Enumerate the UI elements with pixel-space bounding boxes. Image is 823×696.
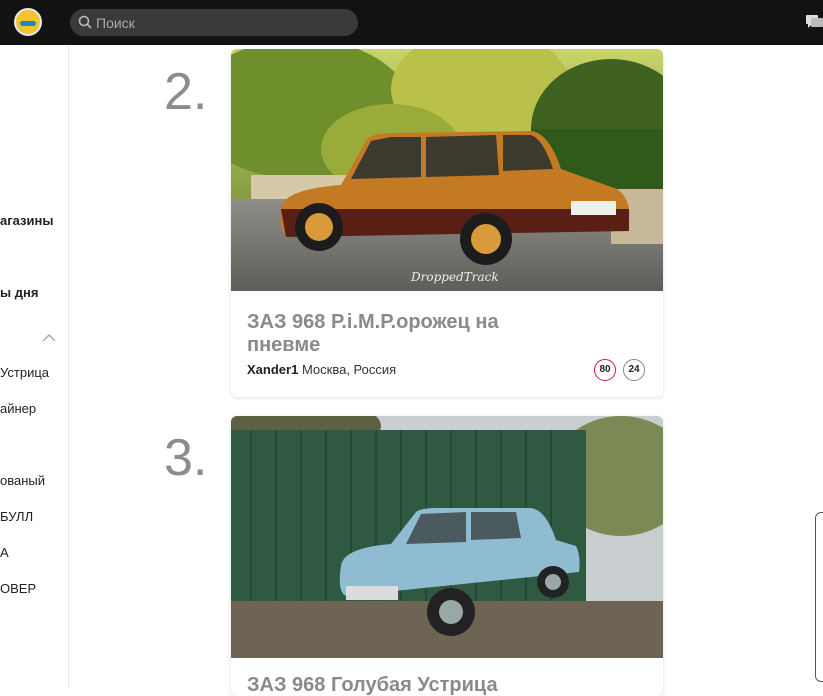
site-logo-icon[interactable]	[14, 8, 42, 36]
search-box[interactable]	[70, 9, 358, 36]
sidebar-item-container[interactable]: айнер	[0, 401, 36, 416]
car-photo[interactable]	[231, 416, 663, 658]
entry-card[interactable]: ЗАЗ 968 Голубая Устрица	[231, 416, 663, 696]
sidebar-item-rover[interactable]: ОВЕР	[0, 581, 36, 596]
sidebar-item-bull[interactable]: БУЛЛ	[0, 509, 33, 524]
entry-meta: Xander1 Москва, Россия	[247, 362, 396, 377]
entry-title[interactable]: ЗАЗ 968 Р.і.М.Р.орожец на пневме	[247, 311, 567, 357]
search-icon	[78, 15, 92, 29]
sidebar-item-cars-of-day[interactable]: ы дня	[0, 285, 38, 300]
author-name[interactable]: Xander1	[247, 362, 298, 377]
author-location: Москва, Россия	[301, 362, 397, 377]
sidebar-item-oyster[interactable]: Устрица	[0, 365, 49, 380]
chat-icon[interactable]	[806, 14, 823, 30]
photo-watermark: DroppedTrack	[410, 270, 499, 284]
side-panel-edge[interactable]	[815, 512, 823, 682]
car-photo-image	[231, 416, 663, 658]
rank-number: 2.	[164, 63, 208, 121]
sidebar-item-forged[interactable]: ованый	[0, 473, 45, 488]
entry-card[interactable]: DroppedTrack ЗАЗ 968 Р.і.М.Р.орожец на п…	[231, 49, 663, 397]
sidebar-item-shops[interactable]: агазины	[0, 213, 53, 228]
top-bar	[0, 0, 823, 45]
entry-title[interactable]: ЗАЗ 968 Голубая Устрица	[247, 674, 647, 696]
search-input[interactable]	[96, 9, 346, 36]
sidebar: агазины ы дня Устрица айнер ованый БУЛЛ …	[0, 45, 69, 688]
car-photo[interactable]: DroppedTrack	[231, 49, 663, 291]
rank-number: 3.	[164, 429, 208, 487]
car-photo-image: DroppedTrack	[231, 49, 663, 291]
chevron-up-icon[interactable]	[42, 333, 56, 342]
comments-badge[interactable]: 24	[623, 359, 645, 381]
sidebar-item-a[interactable]: А	[0, 545, 9, 560]
likes-badge[interactable]: 80	[594, 359, 616, 381]
